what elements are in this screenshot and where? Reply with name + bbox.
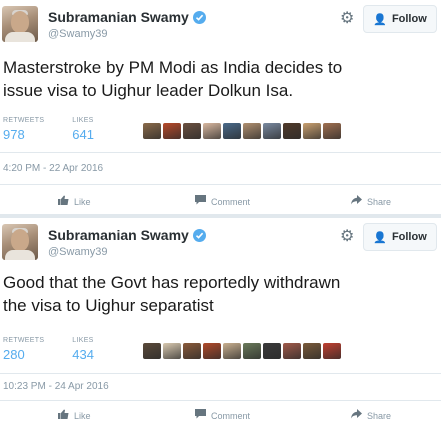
avatar[interactable] bbox=[2, 6, 38, 42]
follow-button[interactable]: 👤 Follow bbox=[363, 5, 437, 33]
avatar-face bbox=[11, 11, 29, 33]
gear-icon[interactable]: ⚙ bbox=[340, 229, 356, 245]
liker-avatar[interactable] bbox=[323, 343, 341, 359]
author-name-row: Subramanian Swamy bbox=[48, 9, 206, 25]
tweet-stats: RETWEETS 978 LIKES 641 bbox=[3, 117, 122, 142]
avatar-face bbox=[11, 229, 29, 251]
thumbs-up-icon bbox=[58, 195, 69, 208]
tweet-text-line: the visa to Uighur separatist bbox=[3, 296, 214, 315]
tweet-text-line: issue visa to Uighur leader Dolkun Isa. bbox=[3, 81, 294, 100]
liker-avatar[interactable] bbox=[203, 123, 221, 139]
share-arrow-icon bbox=[351, 195, 362, 208]
liker-avatar[interactable] bbox=[183, 123, 201, 139]
comment-label: Comment bbox=[211, 410, 251, 421]
liker-avatar[interactable] bbox=[283, 123, 301, 139]
divider bbox=[0, 373, 441, 374]
retweets-stat[interactable]: RETWEETS 280 bbox=[3, 337, 44, 362]
liker-avatar[interactable] bbox=[263, 123, 281, 139]
comment-bubble-icon bbox=[195, 195, 206, 208]
tweet-timestamp[interactable]: 10:23 PM - 24 Apr 2016 bbox=[3, 381, 109, 392]
retweets-label: RETWEETS bbox=[3, 117, 45, 124]
tweet-card-2: Subramanian Swamy @Swamy39 ⚙ 👤 Follow Go… bbox=[0, 218, 441, 429]
author-name[interactable]: Subramanian Swamy bbox=[48, 9, 189, 25]
share-arrow-icon bbox=[351, 409, 362, 422]
liker-avatar[interactable] bbox=[143, 343, 161, 359]
retweets-label: RETWEETS bbox=[3, 337, 45, 344]
like-button[interactable]: Like bbox=[58, 195, 91, 208]
likes-label: LIKES bbox=[72, 337, 94, 344]
divider bbox=[0, 152, 441, 153]
liker-avatar[interactable] bbox=[243, 123, 261, 139]
liker-avatar[interactable] bbox=[183, 343, 201, 359]
author-handle[interactable]: @Swamy39 bbox=[48, 246, 107, 258]
avatar-shirt bbox=[5, 32, 35, 42]
liker-avatar[interactable] bbox=[223, 343, 241, 359]
liker-avatars bbox=[143, 123, 343, 139]
comment-bubble-icon bbox=[195, 409, 206, 422]
divider bbox=[0, 400, 441, 401]
avatar[interactable] bbox=[2, 224, 38, 260]
retweets-count: 280 bbox=[3, 347, 25, 362]
thumbs-up-icon bbox=[58, 409, 69, 422]
follow-label: Follow bbox=[391, 13, 427, 25]
liker-avatar[interactable] bbox=[163, 343, 181, 359]
follow-user-icon: 👤 bbox=[373, 13, 387, 26]
likes-count: 641 bbox=[72, 127, 94, 142]
like-button[interactable]: Like bbox=[58, 409, 91, 422]
tweet-stats: RETWEETS 280 LIKES 434 bbox=[3, 337, 122, 362]
author-handle[interactable]: @Swamy39 bbox=[48, 28, 107, 40]
share-label: Share bbox=[367, 410, 392, 421]
likes-stat[interactable]: LIKES 641 bbox=[72, 117, 94, 142]
liker-avatar[interactable] bbox=[163, 123, 181, 139]
share-button[interactable]: Share bbox=[351, 195, 391, 208]
retweets-count: 978 bbox=[3, 127, 25, 142]
liker-avatar[interactable] bbox=[263, 343, 281, 359]
comment-button[interactable]: Comment bbox=[195, 195, 250, 208]
liker-avatar[interactable] bbox=[323, 123, 341, 139]
author-name[interactable]: Subramanian Swamy bbox=[48, 227, 189, 243]
like-label: Like bbox=[74, 410, 91, 421]
likes-label: LIKES bbox=[72, 117, 94, 124]
follow-button[interactable]: 👤 Follow bbox=[363, 223, 437, 251]
tweet-timestamp[interactable]: 4:20 PM - 22 Apr 2016 bbox=[3, 163, 103, 174]
retweets-stat[interactable]: RETWEETS 978 bbox=[3, 117, 44, 142]
likes-stat[interactable]: LIKES 434 bbox=[72, 337, 94, 362]
likes-count: 434 bbox=[72, 347, 94, 362]
tweet-text-line: Masterstroke by PM Modi as India decides… bbox=[3, 58, 343, 77]
tweet-card-1: Subramanian Swamy @Swamy39 ⚙ 👤 Follow Ma… bbox=[0, 0, 441, 214]
liker-avatar[interactable] bbox=[283, 343, 301, 359]
liker-avatar[interactable] bbox=[143, 123, 161, 139]
verified-check-icon bbox=[192, 10, 206, 24]
comment-label: Comment bbox=[211, 196, 251, 207]
liker-avatar[interactable] bbox=[303, 343, 321, 359]
follow-user-icon: 👤 bbox=[373, 231, 387, 244]
like-label: Like bbox=[74, 196, 91, 207]
tweet-text: Masterstroke by PM Modi as India decides… bbox=[3, 56, 439, 102]
gear-icon[interactable]: ⚙ bbox=[340, 11, 356, 27]
avatar-shirt bbox=[5, 250, 35, 260]
share-label: Share bbox=[367, 196, 392, 207]
author-name-row: Subramanian Swamy bbox=[48, 227, 206, 243]
liker-avatar[interactable] bbox=[243, 343, 261, 359]
liker-avatars bbox=[143, 343, 343, 359]
share-button[interactable]: Share bbox=[351, 409, 391, 422]
liker-avatar[interactable] bbox=[223, 123, 241, 139]
tweet-text-line: Good that the Govt has reportedly withdr… bbox=[3, 273, 341, 292]
tweet-text: Good that the Govt has reportedly withdr… bbox=[3, 271, 439, 317]
liker-avatar[interactable] bbox=[203, 343, 221, 359]
comment-button[interactable]: Comment bbox=[195, 409, 250, 422]
follow-label: Follow bbox=[391, 231, 427, 243]
divider bbox=[0, 184, 441, 185]
liker-avatar[interactable] bbox=[303, 123, 321, 139]
verified-check-icon bbox=[192, 228, 206, 242]
